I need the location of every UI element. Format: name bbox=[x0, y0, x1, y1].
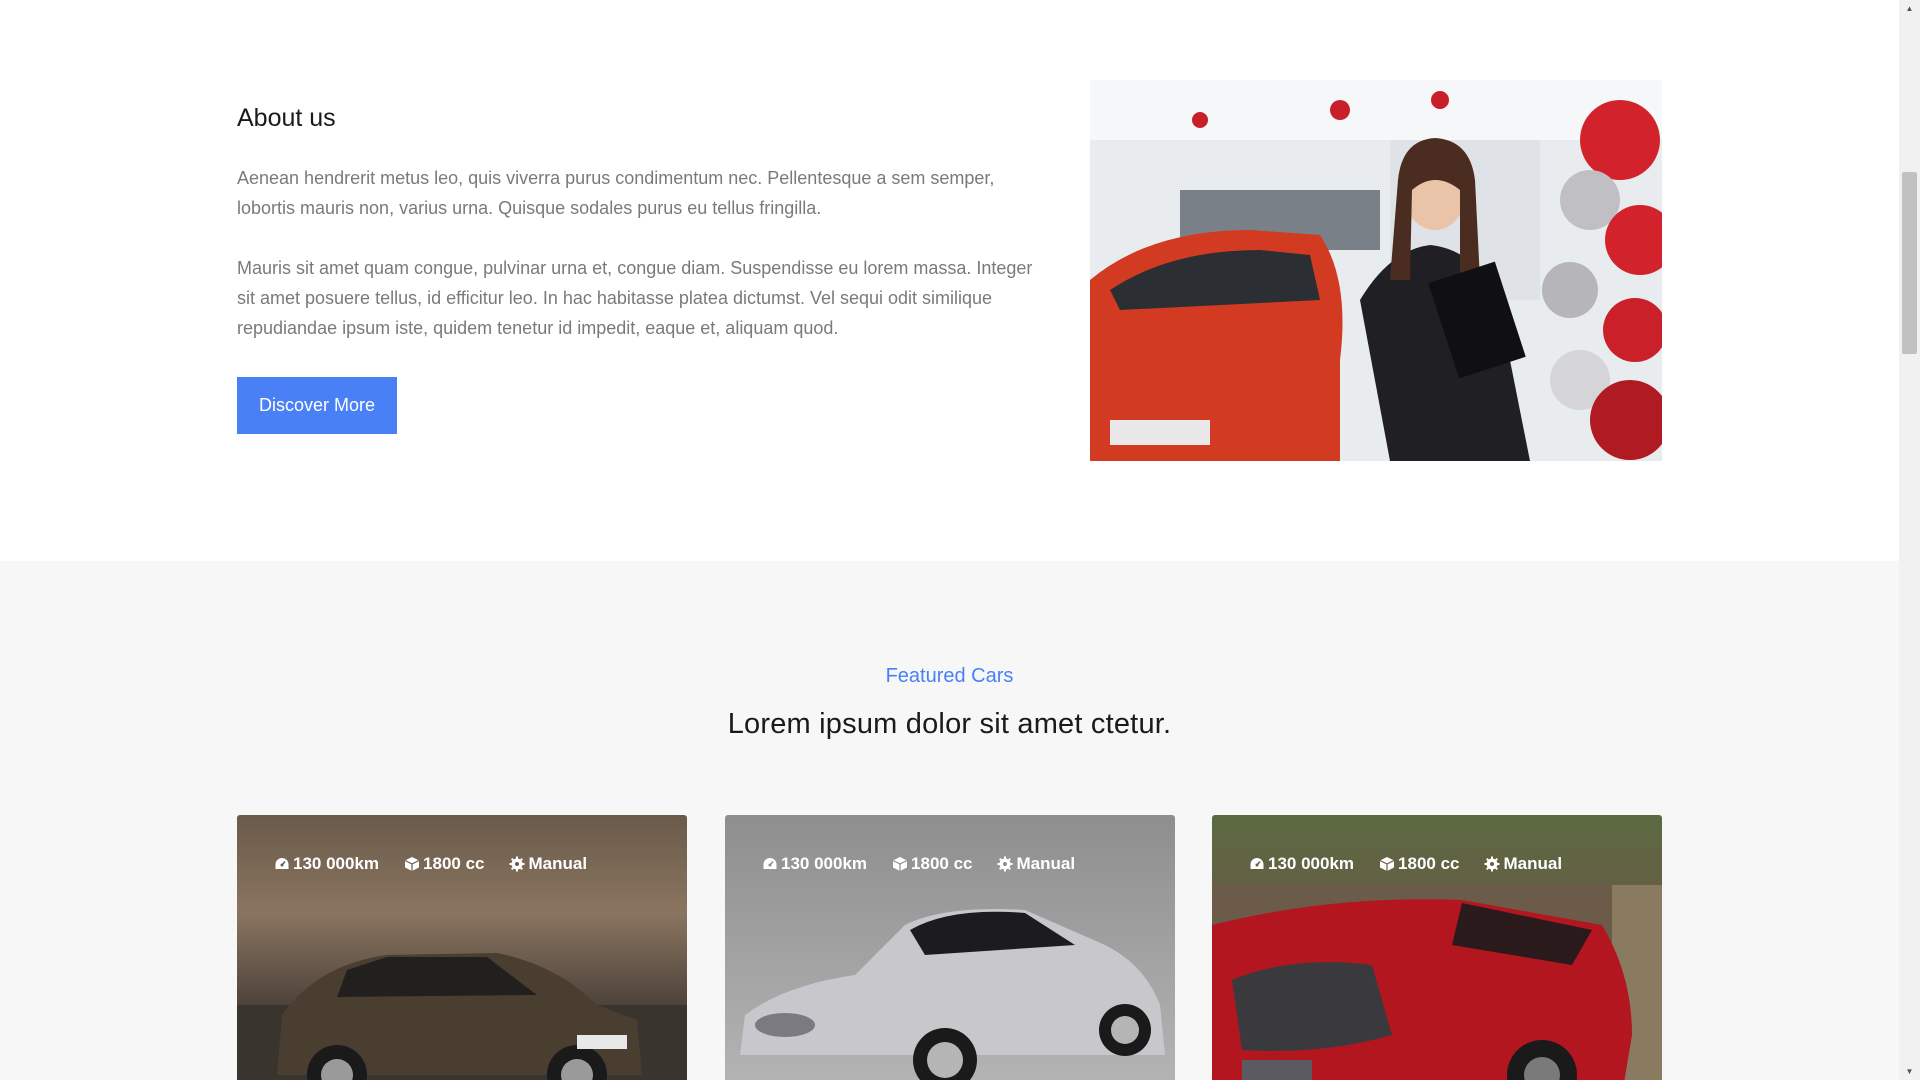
about-text-block: About us Aenean hendrerit metus leo, qui… bbox=[237, 100, 1047, 434]
car-specs: 130 000km 1800 cc Manual bbox=[1249, 851, 1562, 877]
spec-transmission: Manual bbox=[997, 851, 1075, 877]
spec-engine: 1800 cc bbox=[1379, 851, 1459, 877]
saleswoman-showroom-illustration bbox=[1090, 80, 1662, 461]
spec-transmission: Manual bbox=[509, 851, 587, 877]
transmission-value: Manual bbox=[1503, 854, 1563, 873]
page: About us Aenean hendrerit metus leo, qui… bbox=[0, 0, 1920, 1080]
scroll-thumb[interactable] bbox=[1902, 172, 1917, 354]
red-suv-illustration bbox=[1212, 885, 1662, 1080]
spec-mileage: 130 000km bbox=[274, 851, 379, 877]
scroll-up-arrow-icon[interactable]: ▲ bbox=[1899, 0, 1920, 17]
transmission-value: Manual bbox=[528, 854, 588, 873]
mileage-value: 130 000km bbox=[781, 854, 868, 873]
car-card[interactable]: 130 000km 1800 cc Manual bbox=[1212, 815, 1662, 1080]
speedometer-icon bbox=[275, 858, 289, 869]
featured-eyebrow: Featured Cars bbox=[885, 665, 1014, 687]
spec-engine: 1800 cc bbox=[404, 851, 484, 877]
page-content: About us Aenean hendrerit metus leo, qui… bbox=[0, 0, 1899, 1080]
scroll-down-arrow-icon[interactable]: ▼ bbox=[1899, 1063, 1920, 1080]
mileage-value: 130 000km bbox=[293, 854, 380, 873]
engine-value: 1800 cc bbox=[911, 854, 973, 873]
engine-cube-icon bbox=[892, 857, 908, 871]
transmission-value: Manual bbox=[1016, 854, 1076, 873]
engine-cube-icon bbox=[404, 857, 420, 871]
page-scrollbar[interactable]: ▲ ▼ bbox=[1899, 0, 1920, 1080]
spec-engine: 1800 cc bbox=[892, 851, 972, 877]
spec-mileage: 130 000km bbox=[1249, 851, 1354, 877]
car-card[interactable]: 130 000km 1800 cc Manual bbox=[725, 815, 1175, 1080]
gear-icon bbox=[509, 856, 525, 872]
mileage-value: 130 000km bbox=[1268, 854, 1355, 873]
brown-hatchback-illustration bbox=[237, 953, 687, 1080]
about-paragraph-1: Aenean hendrerit metus leo, quis viverra… bbox=[237, 168, 995, 218]
gear-icon bbox=[1484, 856, 1500, 872]
car-card[interactable]: 130 000km 1800 cc Manual bbox=[237, 815, 687, 1080]
about-title: About us bbox=[237, 104, 336, 132]
spec-transmission: Manual bbox=[1484, 851, 1562, 877]
silver-roadster-illustration bbox=[740, 909, 1165, 1080]
engine-cube-icon bbox=[1379, 857, 1395, 871]
featured-cars-section: Featured Cars Lorem ipsum dolor sit amet… bbox=[0, 561, 1899, 1080]
discover-more-button[interactable]: Discover More bbox=[237, 377, 398, 434]
engine-value: 1800 cc bbox=[423, 854, 485, 873]
gear-icon bbox=[997, 856, 1013, 872]
speedometer-icon bbox=[763, 858, 777, 869]
spec-mileage: 130 000km bbox=[762, 851, 867, 877]
featured-heading: Lorem ipsum dolor sit amet ctetur. bbox=[727, 708, 1172, 740]
speedometer-icon bbox=[1250, 858, 1264, 869]
about-section: About us Aenean hendrerit metus leo, qui… bbox=[0, 0, 1899, 561]
engine-value: 1800 cc bbox=[1398, 854, 1460, 873]
car-specs: 130 000km 1800 cc Manual bbox=[274, 851, 587, 877]
car-specs: 130 000km 1800 cc Manual bbox=[762, 851, 1075, 877]
about-paragraph-2: Mauris sit amet quam congue, pulvinar ur… bbox=[237, 258, 1033, 338]
about-image bbox=[1090, 80, 1662, 461]
